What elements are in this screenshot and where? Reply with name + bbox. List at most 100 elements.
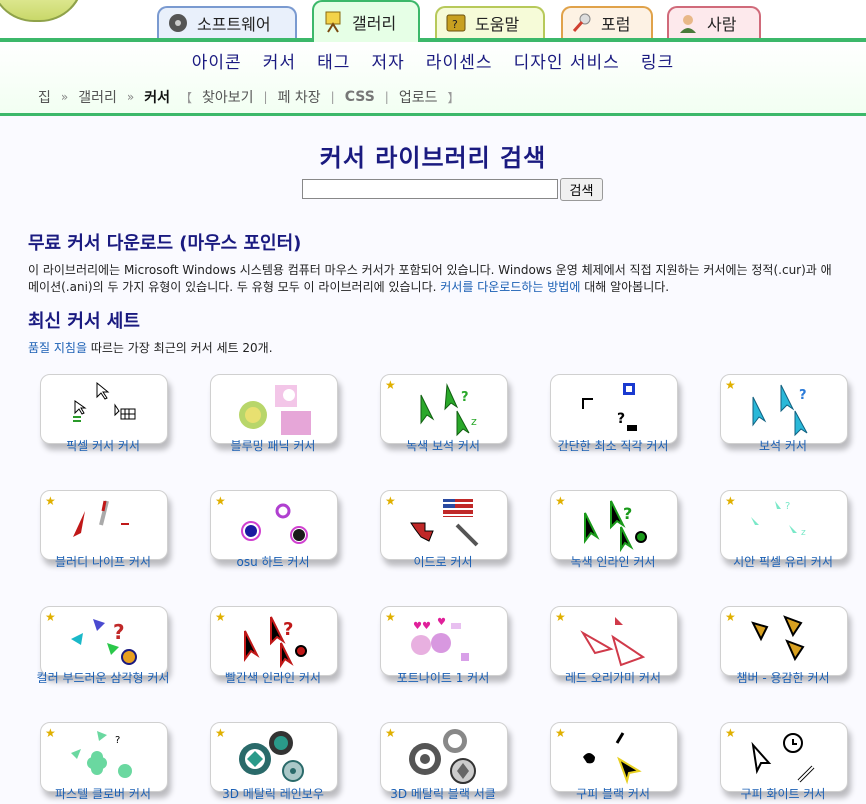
nav-link-licenses[interactable]: 라이센스	[426, 53, 493, 73]
cursor-preview-image: ?	[67, 613, 147, 669]
cursor-preview[interactable]: ★?	[720, 374, 848, 444]
tab-help[interactable]: ? 도움말	[435, 6, 545, 38]
star-icon: ★	[215, 494, 226, 508]
cursor-set-link[interactable]: 3D 메탈릭 레인보우	[200, 786, 346, 802]
svg-text:?: ?	[452, 18, 458, 31]
cursor-preview-image	[747, 613, 827, 669]
cursor-set-link[interactable]: 포트나이트 1 커서	[370, 670, 516, 686]
cursor-preview-image	[407, 497, 487, 553]
cursor-preview[interactable]: ★? z	[380, 374, 508, 444]
chevron-right-icon: »	[60, 90, 69, 104]
svg-text:?: ?	[283, 619, 293, 640]
cursor-preview[interactable]: ★ ♥♥ ♥	[380, 606, 508, 676]
cursor-preview-image	[747, 729, 827, 785]
breadcrumb-css[interactable]: CSS	[345, 89, 375, 105]
cursor-set-link[interactable]: 이드로 커서	[370, 554, 516, 570]
cursor-preview[interactable]: ★	[380, 722, 508, 792]
intro-heading: 무료 커서 다운로드 (마우스 포인터)	[28, 233, 302, 254]
latest-heading: 최신 커서 세트	[28, 311, 140, 332]
breadcrumb-browse[interactable]: 찾아보기	[202, 87, 254, 107]
cursor-preview[interactable]: ★	[40, 490, 168, 560]
star-icon: ★	[45, 494, 56, 508]
nav-link-cursors[interactable]: 커서	[263, 53, 296, 73]
tab-forum[interactable]: 포럼	[561, 6, 653, 38]
svg-text:?: ?	[785, 501, 790, 512]
site-header: 소프트웨어 갤러리 ? 도움말 포럼 사람 아이콘 커서 태그 저자 라이센스 …	[0, 0, 866, 116]
cursor-set-link[interactable]: 구피 화이트 커서	[710, 786, 856, 802]
tab-people[interactable]: 사람	[667, 6, 761, 38]
breadcrumb-garage[interactable]: 페 차장	[278, 87, 321, 107]
cursor-preview[interactable]: ★	[380, 490, 508, 560]
cursor-set-link[interactable]: 컬러 부드러운 삼각형 커서	[30, 670, 176, 686]
cursor-preview[interactable]: ★	[550, 722, 678, 792]
svg-text:?: ?	[799, 388, 807, 403]
cursor-preview-image	[407, 729, 487, 785]
person-icon	[677, 12, 699, 34]
bracket-close: 】	[447, 90, 460, 105]
cursor-set-link[interactable]: 챔버 - 용감한 커서	[710, 670, 856, 686]
latest-text: 따르는 가장 최근의 커서 세트 20개.	[87, 341, 273, 355]
cursor-preview[interactable]: ★	[550, 606, 678, 676]
cursor-preview-image	[67, 381, 147, 437]
tab-gallery[interactable]: 갤러리	[312, 0, 420, 42]
quality-guidelines-link[interactable]: 품질 지침을	[28, 341, 87, 355]
tab-label: 갤러리	[352, 14, 397, 33]
breadcrumb-gallery[interactable]: 갤러리	[78, 87, 117, 107]
cursor-preview[interactable]: ★?	[40, 606, 168, 676]
breadcrumb-upload[interactable]: 업로드	[399, 87, 438, 107]
cursor-set-link[interactable]: 블러디 나이프 커서	[30, 554, 176, 570]
cursor-set-link[interactable]: 레드 오리가미 커서	[540, 670, 686, 686]
breadcrumb-home[interactable]: 집	[38, 87, 51, 107]
star-icon: ★	[555, 610, 566, 624]
cursor-preview-image	[237, 381, 317, 437]
cursor-preview[interactable]: ★?	[210, 606, 338, 676]
svg-text:z: z	[801, 528, 806, 538]
cursor-preview[interactable]: ★	[210, 490, 338, 560]
nav-link-icons[interactable]: 아이콘	[192, 53, 242, 73]
cursor-set-link[interactable]: 시안 픽셀 유리 커서	[710, 554, 856, 570]
cursor-preview[interactable]: ?	[550, 374, 678, 444]
cursor-set-link[interactable]: 녹색 보석 커서	[370, 438, 516, 454]
star-icon: ★	[725, 610, 736, 624]
svg-text:♥♥: ♥♥	[413, 621, 431, 632]
nav-link-design-service[interactable]: 디자인 서비스	[514, 53, 620, 73]
cursor-set-link[interactable]: 3D 메탈릭 블랙 서클	[370, 786, 516, 802]
help-book-icon: ?	[445, 12, 467, 34]
category-links: 아이콘 커서 태그 저자 라이센스 디자인 서비스 링크	[0, 48, 866, 73]
cursor-set-link[interactable]: 블루밍 패닉 커서	[200, 438, 346, 454]
cursor-set-link[interactable]: 파스텔 클로버 커서	[30, 786, 176, 802]
star-icon: ★	[555, 494, 566, 508]
cursor-preview[interactable]: ★	[210, 722, 338, 792]
star-icon: ★	[725, 726, 736, 740]
cursor-preview[interactable]	[40, 374, 168, 444]
cursor-preview-image	[577, 613, 657, 669]
tab-software[interactable]: 소프트웨어	[157, 6, 297, 38]
breadcrumb: 집 » 갤러리 » 커서 【 찾아보기 | 페 차장 | CSS | 업로드 】	[38, 87, 460, 107]
chevron-right-icon: »	[126, 90, 135, 104]
cursor-preview-image: ? z	[747, 497, 827, 553]
nav-link-tags[interactable]: 태그	[317, 53, 350, 73]
star-icon: ★	[555, 726, 566, 740]
star-icon: ★	[385, 378, 396, 392]
cursor-preview[interactable]	[210, 374, 338, 444]
cursor-preview[interactable]: ★	[720, 722, 848, 792]
cursor-preview-image: ♥♥ ♥	[407, 613, 487, 669]
cursor-set-link[interactable]: 빨간색 인라인 커서	[200, 670, 346, 686]
search-button[interactable]: 검색	[560, 178, 603, 201]
cursor-set-link[interactable]: 보석 커서	[710, 438, 856, 454]
cursor-set-link[interactable]: 구피 블랙 커서	[540, 786, 686, 802]
cursor-set-link[interactable]: 간단한 최소 직각 커서	[540, 438, 686, 454]
cursor-preview[interactable]: ★	[720, 606, 848, 676]
star-icon: ★	[385, 494, 396, 508]
nav-link-authors[interactable]: 저자	[372, 53, 405, 73]
cursor-preview-image	[237, 729, 317, 785]
download-howto-link[interactable]: 커서를 다운로드하는 방법에	[440, 280, 580, 294]
cursor-set-link[interactable]: 픽셀 커서 커서	[30, 438, 176, 454]
cursor-set-link[interactable]: osu 하트 커서	[200, 554, 346, 570]
cursor-preview[interactable]: ★?	[40, 722, 168, 792]
search-input[interactable]	[302, 179, 558, 199]
cursor-preview[interactable]: ★? z	[720, 490, 848, 560]
cursor-set-link[interactable]: 녹색 인라인 커서	[540, 554, 686, 570]
cursor-preview[interactable]: ★?	[550, 490, 678, 560]
nav-link-links[interactable]: 링크	[641, 53, 674, 73]
